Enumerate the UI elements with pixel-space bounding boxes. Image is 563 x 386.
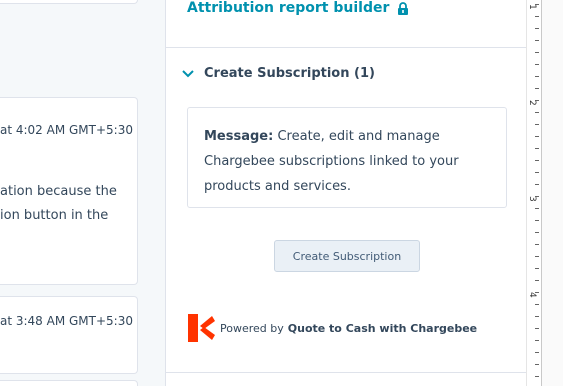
- ruler-tick: [535, 220, 539, 221]
- ruler-tick: [535, 184, 539, 185]
- create-subscription-toggle[interactable]: Create Subscription (1): [182, 66, 375, 81]
- ruler-tick: [535, 364, 539, 365]
- ruler-tick: [535, 208, 539, 209]
- powered-by-prefix: Powered by: [220, 321, 284, 335]
- attribution-link-label: Attribution report builder: [187, 0, 390, 16]
- ruler-label: 4: [527, 292, 537, 298]
- activity-timestamp: at 3:48 AM GMT+5:30: [0, 314, 133, 328]
- activity-body-line: ion button in the: [0, 208, 109, 223]
- ruler-tick: [535, 280, 539, 281]
- ruler-label: 2: [527, 100, 537, 106]
- ruler-tick: [535, 76, 539, 77]
- vertical-ruler: 1 2 3 4: [526, 0, 563, 386]
- ruler-tick: [535, 136, 539, 137]
- message-label: Message:: [204, 129, 274, 144]
- chevron-down-icon: [182, 69, 194, 77]
- ruler-tick: [535, 88, 539, 89]
- timeline-card: at 4:02 AM GMT+5:30 ation because the io…: [0, 97, 138, 285]
- sidebar-panel: Attribution report builder Create Subscr…: [165, 0, 526, 386]
- divider: [166, 372, 526, 373]
- ruler-background: [542, 0, 563, 386]
- ruler-tick: [535, 268, 539, 269]
- ruler-tick: [535, 304, 539, 305]
- activity-timestamp: at 4:02 AM GMT+5:30: [0, 123, 133, 137]
- ruler-tick: [535, 124, 539, 125]
- ruler-tick: [535, 340, 539, 341]
- ruler-label: 1: [527, 4, 537, 10]
- ruler-tick: [535, 148, 539, 149]
- timeline-card: [0, 0, 138, 4]
- powered-by-name: Quote to Cash with Chargebee: [287, 321, 478, 335]
- ruler-tick: [535, 244, 539, 245]
- ruler-tick: [535, 232, 539, 233]
- ruler-tick: [535, 328, 539, 329]
- activity-body-line: ation because the: [0, 184, 117, 199]
- ruler-tick: [535, 64, 539, 65]
- ruler-tick: [535, 352, 539, 353]
- ruler-tick: [535, 28, 539, 29]
- timeline-card: at 3:48 AM GMT+5:30: [0, 296, 138, 374]
- ruler-tick: [535, 16, 539, 17]
- timeline-pane: at 4:02 AM GMT+5:30 ation because the io…: [0, 0, 165, 386]
- ruler-tick: [535, 376, 539, 377]
- ruler-tick: [535, 316, 539, 317]
- powered-by: Powered by Quote to Cash with Chargebee: [186, 313, 477, 343]
- create-subscription-button[interactable]: Create Subscription: [274, 240, 420, 272]
- ruler-tick: [535, 256, 539, 257]
- ruler-label: 3: [527, 196, 537, 202]
- ruler-tick: [535, 52, 539, 53]
- ruler-tick: [535, 112, 539, 113]
- ruler-tick: [535, 40, 539, 41]
- message-box: Message: Create, edit and manage Chargeb…: [187, 107, 507, 208]
- timeline-card: [0, 380, 138, 386]
- ruler-tick: [535, 172, 539, 173]
- attribution-report-link[interactable]: Attribution report builder: [187, 0, 409, 16]
- chargebee-logo-icon: [188, 314, 215, 342]
- ruler-tick: [535, 160, 539, 161]
- ruler-edge: [541, 0, 542, 386]
- lock-icon: [398, 1, 409, 15]
- section-title: Create Subscription (1): [204, 66, 375, 81]
- divider: [166, 47, 526, 48]
